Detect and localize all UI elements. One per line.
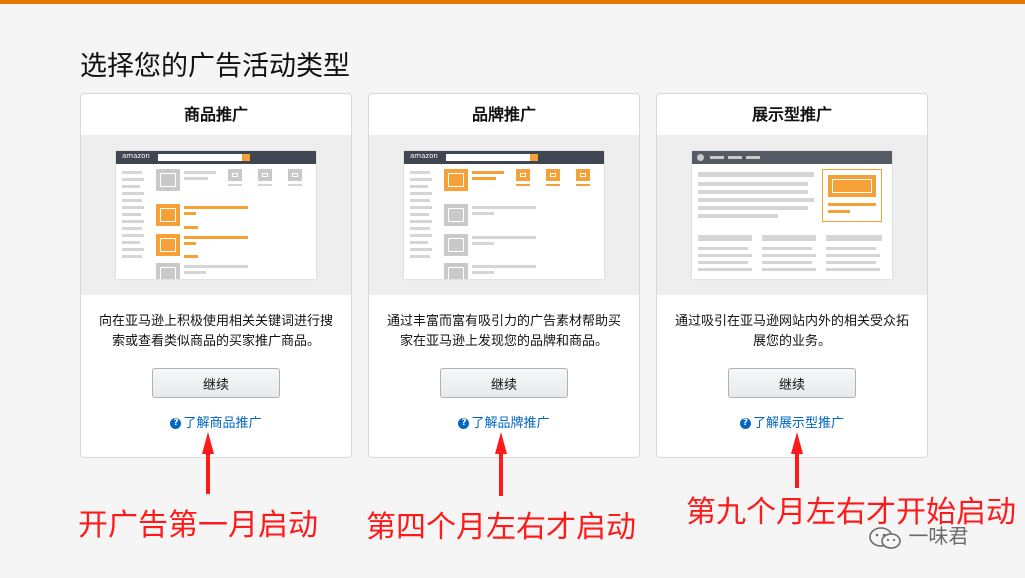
annotation-sponsored-products: 开广告第一月启动	[78, 508, 318, 543]
learn-more-label: 了解展示型推广	[752, 416, 844, 431]
mock-header-bar: amazon	[404, 151, 604, 164]
continue-button-sponsored-display[interactable]: 继续	[728, 368, 856, 398]
learn-more-label: 了解商品推广	[183, 416, 262, 431]
sponsored-products-preview: amazon	[81, 135, 351, 295]
learn-more-label: 了解品牌推广	[471, 416, 550, 431]
card-description: 向在亚马逊上积极使用相关关键词进行搜索或查看类似商品的买家推广商品。	[98, 314, 333, 349]
mock-header-bar	[692, 151, 892, 164]
mock-webpage: amazon	[116, 151, 316, 279]
card-sponsored-display: 展示型推广 通过吸引在亚马逊网站内外的相关受众拓展您的业务。 继续 ? 了解展示…	[656, 93, 928, 458]
card-title: 商品推广	[183, 105, 248, 124]
arrow-up-icon	[495, 432, 507, 496]
help-icon: ?	[170, 418, 182, 429]
sponsored-brands-preview: amazon	[369, 135, 639, 295]
card-description: 通过吸引在亚马逊网站内外的相关受众拓展您的业务。	[674, 314, 909, 349]
arrow-up-icon	[791, 432, 803, 488]
mock-brand-logo: amazon	[122, 152, 150, 160]
arrow-up-icon	[202, 432, 214, 494]
continue-button-sponsored-brands[interactable]: 继续	[440, 368, 568, 398]
mock-webpage	[692, 151, 892, 279]
sponsored-display-preview	[657, 135, 927, 295]
card-description: 通过丰富而富有吸引力的广告素材帮助买家在亚马逊上发现您的品牌和商品。	[386, 314, 621, 349]
continue-button-sponsored-products[interactable]: 继续	[152, 368, 280, 398]
card-title: 品牌推广	[471, 105, 536, 124]
card-sponsored-products: 商品推广 amazon 向在亚马逊上积极使用相关关键词进行搜索或查看类似商品的买…	[80, 93, 352, 458]
learn-more-sponsored-products-link[interactable]: ? 了解商品推广	[81, 412, 351, 431]
card-title: 展示型推广	[751, 105, 832, 124]
top-accent-bar	[0, 0, 1025, 4]
watermark-text: 一味君	[908, 524, 969, 548]
page-title: 选择您的广告活动类型	[80, 51, 350, 82]
learn-more-sponsored-display-link[interactable]: ? 了解展示型推广	[657, 412, 927, 431]
mock-brand-logo: amazon	[410, 152, 438, 160]
wechat-icon	[869, 526, 901, 549]
card-sponsored-brands: 品牌推广 amazon 通过丰富而富有吸引力的广告素材帮助买家在亚马逊上发现您的…	[368, 93, 640, 458]
annotation-sponsored-brands: 第四个月左右才启动	[366, 510, 636, 545]
watermark: 一味君	[868, 520, 968, 550]
help-icon: ?	[458, 418, 470, 429]
learn-more-sponsored-brands-link[interactable]: ? 了解品牌推广	[369, 412, 639, 431]
mock-webpage: amazon	[404, 151, 604, 279]
help-icon: ?	[739, 418, 751, 429]
mock-header-bar: amazon	[116, 151, 316, 164]
